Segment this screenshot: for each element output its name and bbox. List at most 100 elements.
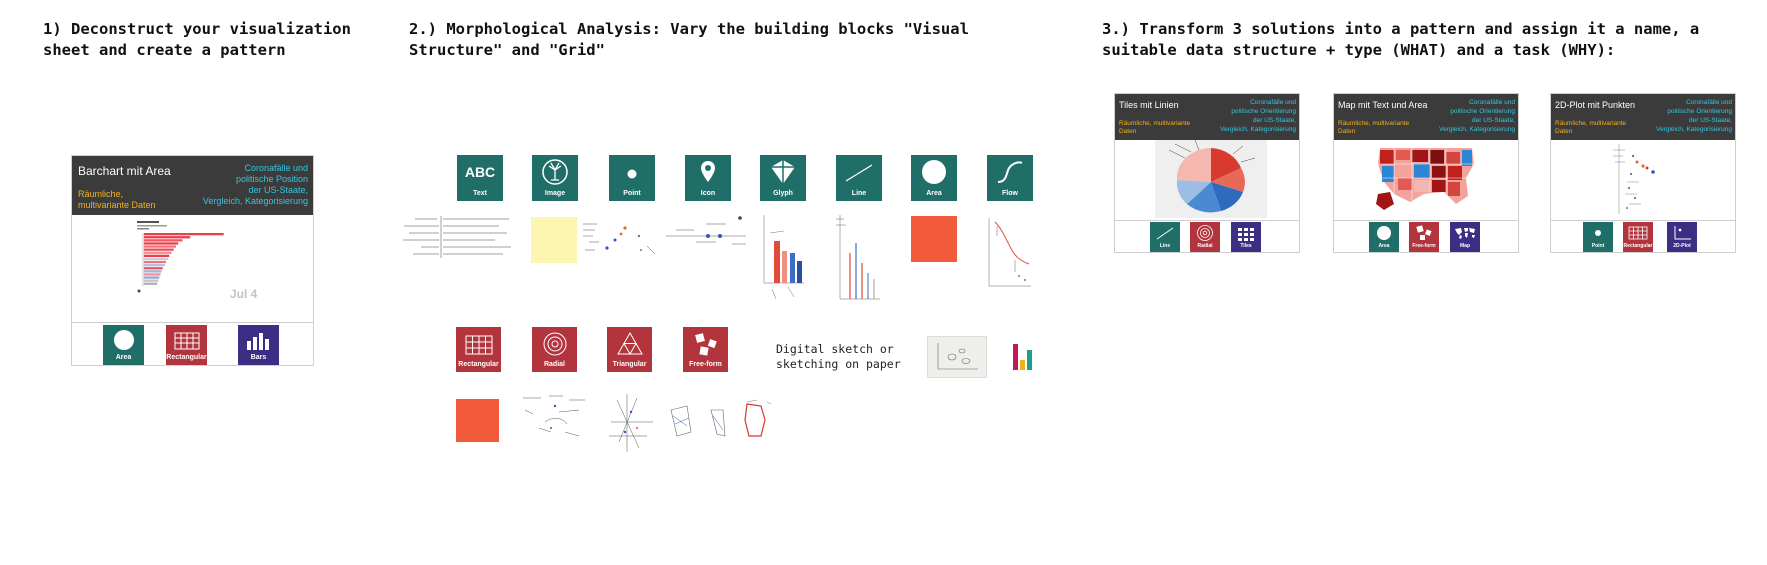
solution-data-type: Räumliche, multivariante Daten <box>1555 120 1627 135</box>
line-sketch <box>836 215 880 300</box>
card-divider <box>1334 220 1518 221</box>
card-divider <box>1115 220 1299 221</box>
tile-label: Free-form <box>1412 243 1436 249</box>
solution-card-1: Tiles mit Linien Räumliche, multivariant… <box>1114 93 1300 253</box>
tile-label: Rectangular <box>166 354 207 361</box>
tile-area: Area <box>1369 222 1399 252</box>
thumbnail-bar <box>144 273 161 276</box>
tile-label: Area <box>1378 243 1390 249</box>
flow-sketch <box>988 218 1031 287</box>
solution-task: Coronafälle und politische Orientierung … <box>1656 99 1732 133</box>
rectangular-grid-icon <box>174 332 199 350</box>
tile-line: Line <box>836 155 882 201</box>
icon-sketch <box>666 216 746 245</box>
tile-label: Line <box>1159 243 1171 249</box>
rectangular-grid-icon <box>1628 226 1648 240</box>
tile-point: Point <box>1583 222 1613 252</box>
tile-label: Rectangular <box>1623 243 1653 249</box>
world-map-icon <box>1455 228 1475 239</box>
thumbnail-bar <box>144 276 160 279</box>
tile-text: ABC Text <box>457 155 503 201</box>
area-icon <box>922 160 946 184</box>
radial-grid-icon <box>1197 225 1213 241</box>
date-label: Jul 4 <box>230 287 258 301</box>
tile-bars: Bars <box>238 325 279 365</box>
line-icon <box>1156 227 1174 240</box>
pattern-data-type: Räumliche, multivariante Daten <box>78 189 156 210</box>
area-sketch-swatch <box>911 216 957 262</box>
tile-rectangular: Rectangular <box>166 325 207 365</box>
triangular-grid-sketch <box>609 394 653 452</box>
radial-grid-icon <box>543 332 566 356</box>
thumbnail-bar <box>144 264 165 267</box>
thumbnail-bar <box>144 251 172 254</box>
solution-data-type: Räumliche, multivariante Daten <box>1338 120 1410 135</box>
radial-grid-sketch <box>523 395 585 437</box>
tile-label: Rectangular <box>458 361 499 368</box>
thumbnail-bar <box>144 260 166 264</box>
solution-card-2: Map mit Text und Area Räumliche, multiva… <box>1333 93 1519 253</box>
pattern-task: Coronafälle und politische Position der … <box>202 163 308 206</box>
us-map-image <box>1376 148 1474 210</box>
tile-label: Area <box>926 190 942 197</box>
abc-icon: ABC <box>464 164 496 180</box>
tile-grid-rectangular: Rectangular <box>456 327 501 372</box>
tile-label: 2D-Plot <box>1673 243 1691 249</box>
tile-label: Radial <box>543 361 565 368</box>
flow-icon <box>997 161 1023 183</box>
tile-label: Tiles <box>1240 243 1252 249</box>
point-sketch <box>583 223 656 255</box>
tile-point: Point <box>609 155 655 201</box>
step3-heading: 3.) Transform 3 solutions into a pattern… <box>1102 20 1700 59</box>
tile-label: Line <box>851 190 867 197</box>
triangular-grid-icon <box>616 331 643 356</box>
point-icon <box>627 169 637 179</box>
pattern-title: Barchart mit Area <box>78 164 171 178</box>
tile-area: Area <box>103 325 144 365</box>
thumbnail-bar <box>144 242 179 245</box>
thumbnail-bar <box>144 270 162 273</box>
card-header: Barchart mit Area Räumliche, multivarian… <box>72 156 313 215</box>
tile-label: Image <box>544 190 566 197</box>
thumbnail-bar <box>144 248 174 251</box>
tile-label: Text <box>473 190 487 197</box>
tile-label: Map <box>1460 243 1470 249</box>
rectangular-grid-icon <box>465 335 492 355</box>
bar-chart-thumbnail <box>137 221 224 293</box>
thumbnail-bar <box>144 254 170 257</box>
solution-data-type: Räumliche, multivariante Daten <box>1119 120 1191 135</box>
card-divider <box>72 322 313 323</box>
area-icon <box>1377 226 1391 240</box>
colored-bars-icon <box>1013 344 1032 370</box>
2d-plot-icon <box>1674 226 1691 240</box>
grid-area-swatch <box>456 399 499 442</box>
card-divider <box>1551 220 1735 221</box>
tile-label: Free-form <box>689 361 722 368</box>
tile-image: Image <box>532 155 578 201</box>
line-icon <box>845 164 873 182</box>
tile-icon: Icon <box>685 155 731 201</box>
image-icon <box>542 159 568 185</box>
tile-grid-triangular: Triangular <box>607 327 652 372</box>
tile-glyph: Glyph <box>760 155 806 201</box>
tile-2d-plot: 2D-Plot <box>1667 222 1697 252</box>
tile-rectangular: Rectangular <box>1623 222 1653 252</box>
bars-icon <box>246 333 269 350</box>
thumbnail-bar <box>144 267 163 270</box>
thumbnail-bar <box>144 257 169 261</box>
tiles-grid-icon <box>1238 228 1254 241</box>
tile-flow: Flow <box>987 155 1033 201</box>
card-header: Map mit Text und Area Räumliche, multiva… <box>1334 94 1518 140</box>
thumbnail-bar <box>144 279 159 282</box>
solution-card-3: 2D-Plot mit Punkten Räumliche, multivari… <box>1550 93 1736 253</box>
tile-label: Radial <box>1197 243 1213 249</box>
card-header: 2D-Plot mit Punkten Räumliche, multivari… <box>1551 94 1735 140</box>
tile-radial: Radial <box>1190 222 1220 252</box>
tile-label: Point <box>1591 243 1605 249</box>
thumbnail-bar <box>144 236 191 239</box>
tile-tiles: Tiles <box>1231 222 1261 252</box>
glyph-icon <box>771 160 795 184</box>
tile-area-structure: Area <box>911 155 957 201</box>
paper-sketch-icon <box>937 343 978 370</box>
solution-title: Tiles mit Linien <box>1119 100 1179 110</box>
